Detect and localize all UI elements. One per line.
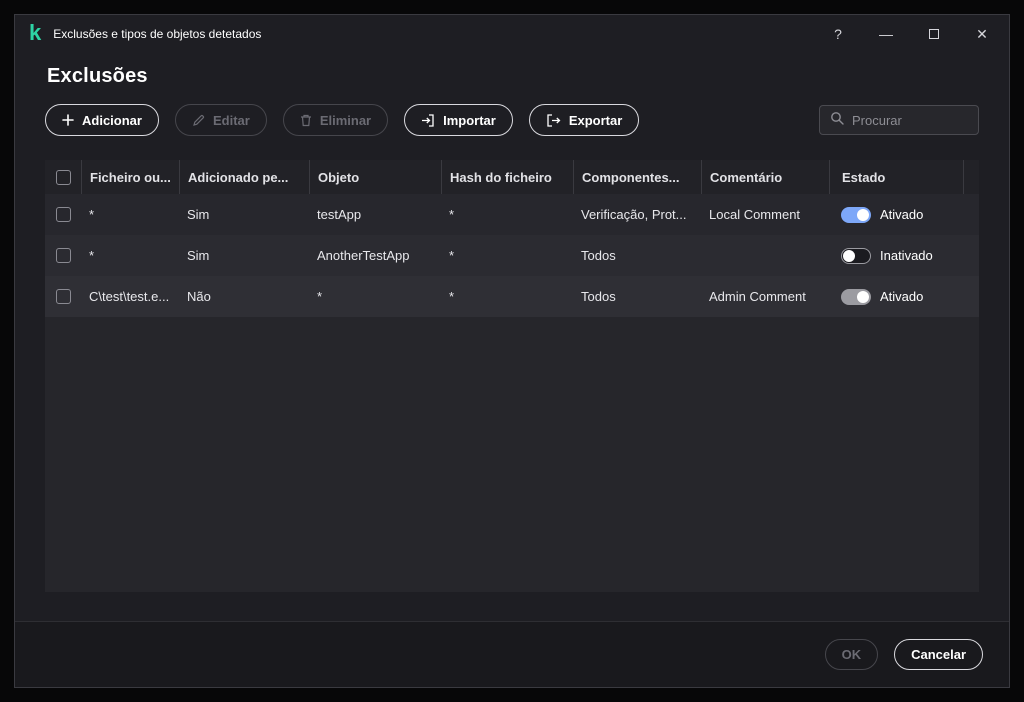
export-icon <box>546 113 561 127</box>
state-toggle[interactable] <box>841 247 871 264</box>
cell-object: * <box>317 289 323 304</box>
cell-components: Todos <box>581 289 616 304</box>
cancel-button[interactable]: Cancelar <box>894 639 983 670</box>
ok-button[interactable]: OK <box>824 639 879 670</box>
close-button[interactable]: ✕ <box>967 19 997 49</box>
cell-object: AnotherTestApp <box>317 248 410 263</box>
dialog-footer: OK Cancelar <box>15 621 1009 687</box>
cell-components: Todos <box>581 248 616 263</box>
import-button[interactable]: Importar <box>404 104 513 136</box>
pencil-icon <box>192 114 205 127</box>
minimize-button[interactable]: — <box>871 19 901 49</box>
window-title: Exclusões e tipos de objetos detetados <box>53 27 262 41</box>
cell-state: Inativado <box>829 247 963 264</box>
maximize-button[interactable] <box>919 19 949 49</box>
cell-file: * <box>89 248 95 263</box>
state-label: Ativado <box>880 289 924 304</box>
state-label: Ativado <box>880 207 924 222</box>
toggle-knob <box>857 290 869 303</box>
header-checkbox-cell <box>45 160 81 194</box>
row-checkbox[interactable] <box>55 289 71 304</box>
state-toggle[interactable] <box>841 206 871 223</box>
cell-added: Sim <box>187 207 210 222</box>
row-checkbox-cell <box>45 207 81 222</box>
column-header-object[interactable]: Objeto <box>309 160 441 194</box>
search-icon <box>830 111 844 130</box>
add-button[interactable]: Adicionar <box>45 104 159 136</box>
toggle-knob <box>857 208 869 221</box>
state-toggle[interactable] <box>841 288 871 305</box>
search-box <box>819 105 979 135</box>
plus-icon <box>62 114 74 126</box>
titlebar: k Exclusões e tipos de objetos detetados… <box>15 15 1009 53</box>
cell-state: Ativado <box>829 288 963 305</box>
maximize-icon <box>929 29 939 39</box>
delete-button-label: Eliminar <box>319 112 372 128</box>
page-title: Exclusões <box>47 65 148 87</box>
column-header-hash[interactable]: Hash do ficheiro <box>441 160 573 194</box>
cell-file: * <box>89 207 95 222</box>
cell-file: C\test\test.e... <box>89 289 170 304</box>
table-row[interactable]: * Sim AnotherTestApp * Todos Inativado <box>45 235 979 276</box>
column-header-spacer <box>963 160 979 194</box>
app-window: k Exclusões e tipos de objetos detetados… <box>14 14 1010 688</box>
toolbar: Adicionar Editar Eliminar Importar Expor… <box>45 104 979 136</box>
cell-added: Sim <box>187 248 210 263</box>
exclusions-table: Ficheiro ou... Adicionado pe... Objeto H… <box>45 160 979 592</box>
row-checkbox-cell <box>45 248 81 263</box>
cell-added: Não <box>187 289 211 304</box>
column-header-state[interactable]: Estado <box>829 160 963 194</box>
state-label: Inativado <box>880 248 933 263</box>
table-header: Ficheiro ou... Adicionado pe... Objeto H… <box>45 160 979 194</box>
row-checkbox[interactable] <box>55 248 71 263</box>
window-controls: ? — ✕ <box>805 19 997 49</box>
import-button-label: Importar <box>443 112 496 128</box>
column-header-components[interactable]: Componentes... <box>573 160 701 194</box>
toggle-knob <box>843 249 855 262</box>
cell-comment: Admin Comment <box>709 289 806 304</box>
export-button[interactable]: Exportar <box>528 104 640 136</box>
column-header-added[interactable]: Adicionado pe... <box>179 160 309 194</box>
export-button-label: Exportar <box>568 112 623 128</box>
row-checkbox-cell <box>45 289 81 304</box>
row-checkbox[interactable] <box>55 207 71 222</box>
add-button-label: Adicionar <box>82 112 142 128</box>
cell-object: testApp <box>317 207 362 222</box>
table-row[interactable]: * Sim testApp * Verificação, Prot... Loc… <box>45 194 979 235</box>
edit-button-label: Editar <box>212 112 250 128</box>
cell-hash: * <box>449 289 455 304</box>
kaspersky-logo-icon: k <box>29 19 42 45</box>
cell-hash: * <box>449 207 455 222</box>
select-all-checkbox[interactable] <box>55 169 71 185</box>
cell-components: Verificação, Prot... <box>581 207 687 222</box>
trash-icon <box>300 114 312 127</box>
cell-hash: * <box>449 248 455 263</box>
edit-button[interactable]: Editar <box>174 104 267 136</box>
column-header-comment[interactable]: Comentário <box>701 160 829 194</box>
search-input[interactable] <box>852 112 968 128</box>
table-row[interactable]: C\test\test.e... Não * * Todos Admin Com… <box>45 276 979 317</box>
import-icon <box>421 113 435 127</box>
column-header-file[interactable]: Ficheiro ou... <box>81 160 179 194</box>
help-button[interactable]: ? <box>823 19 853 49</box>
cell-state: Ativado <box>829 206 963 223</box>
cell-comment: Local Comment <box>709 207 801 222</box>
delete-button[interactable]: Eliminar <box>282 104 389 136</box>
